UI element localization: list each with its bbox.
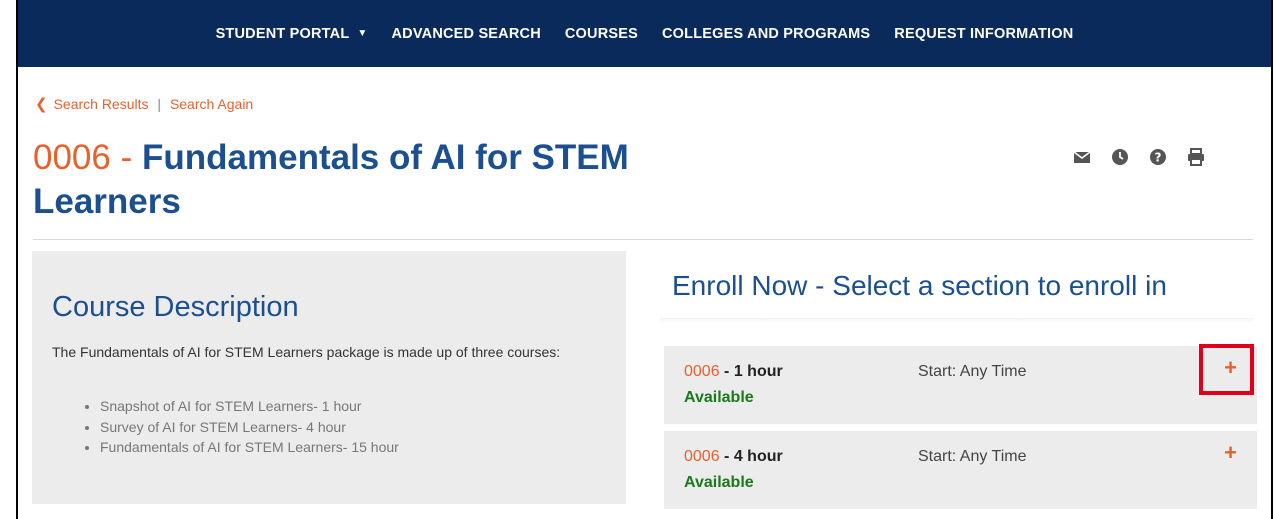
course-name-line2: Learners	[33, 182, 181, 221]
section-status: Available	[684, 474, 754, 491]
course-number: 0006	[33, 138, 111, 177]
breadcrumb-separator: |	[157, 96, 162, 112]
clock-icon[interactable]	[1111, 148, 1129, 166]
search-results-link[interactable]: ❮ Search Results	[35, 96, 149, 113]
course-list: Snapshot of AI for STEM Learners- 1 hour…	[84, 396, 399, 458]
caret-down-icon: ▼	[357, 28, 368, 39]
list-item: Fundamentals of AI for STEM Learners- 15…	[100, 437, 399, 458]
print-icon[interactable]	[1187, 148, 1205, 166]
nav-student-portal[interactable]: STUDENT PORTAL ▼	[216, 0, 368, 42]
section-hours: - 1 hour	[724, 363, 783, 380]
svg-text:?: ?	[1155, 151, 1162, 165]
section-status: Available	[684, 389, 754, 406]
highlight-box	[1199, 344, 1254, 395]
list-item: Survey of AI for STEM Learners- 4 hour	[100, 417, 399, 438]
section-code: 0006 - 4 hour	[684, 448, 783, 466]
section-code: 0006 - 1 hour	[684, 363, 783, 381]
course-description-heading: Course Description	[52, 291, 299, 323]
nav-advanced-search[interactable]: ADVANCED SEARCH	[392, 0, 541, 42]
section-number: 0006	[684, 448, 720, 465]
enroll-heading: Enroll Now - Select a section to enroll …	[672, 270, 1167, 301]
breadcrumb: ❮ Search Results | Search Again	[35, 95, 253, 113]
email-icon[interactable]	[1073, 148, 1091, 166]
nav-courses[interactable]: COURSES	[565, 0, 638, 42]
section-number: 0006	[684, 363, 720, 380]
page-title: 0006 - Fundamentals of AI for STEM Learn…	[33, 136, 753, 224]
section-start: Start: Any Time	[918, 448, 1027, 465]
title-dash: -	[120, 138, 133, 177]
course-name-line1: Fundamentals of AI for STEM	[142, 138, 629, 177]
action-icons: ?	[1073, 148, 1205, 166]
chevron-left-icon: ❮	[35, 96, 48, 113]
help-icon[interactable]: ?	[1149, 148, 1167, 166]
top-navigation: STUDENT PORTAL ▼ ADVANCED SEARCH COURSES …	[18, 0, 1271, 67]
section-row-2[interactable]: 0006 - 4 hour Available Start: Any Time …	[664, 431, 1257, 509]
section-start: Start: Any Time	[918, 363, 1027, 380]
section-hours: - 4 hour	[724, 448, 783, 465]
section-row-1[interactable]: 0006 - 1 hour Available Start: Any Time …	[664, 346, 1257, 424]
nav-request-information[interactable]: REQUEST INFORMATION	[894, 0, 1073, 42]
course-description-intro: The Fundamentals of AI for STEM Learners…	[52, 344, 561, 360]
list-item: Snapshot of AI for STEM Learners- 1 hour	[100, 396, 399, 417]
nav-colleges-and-programs[interactable]: COLLEGES AND PROGRAMS	[662, 0, 870, 42]
enroll-heading-divider	[660, 318, 1253, 322]
search-again-link[interactable]: Search Again	[170, 96, 253, 112]
add-section-button[interactable]: +	[1224, 442, 1237, 464]
course-description-panel: Course Description The Fundamentals of A…	[32, 251, 626, 504]
header-divider	[33, 239, 1253, 240]
